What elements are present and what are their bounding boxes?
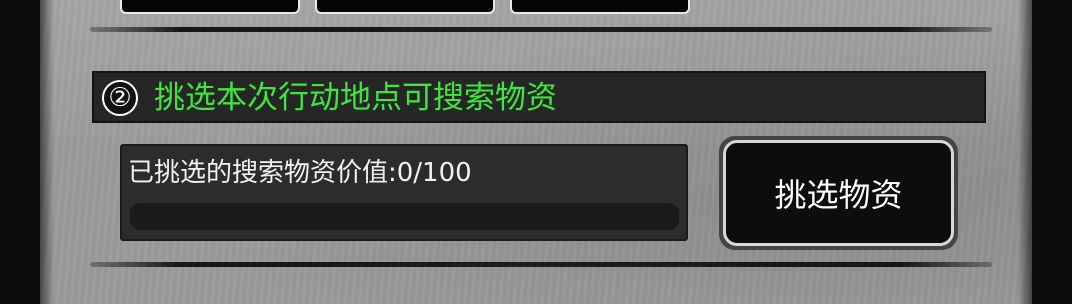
- pick-supplies-button[interactable]: 挑选物资: [719, 136, 958, 250]
- paper-edge-right: [1018, 0, 1032, 304]
- top-slot-3[interactable]: [510, 0, 690, 14]
- search-value-progress-bar: [130, 203, 679, 230]
- divider-top: [90, 27, 992, 32]
- game-screen: ② 挑选本次行动地点可搜索物资 已挑选的搜索物资价值:0/100 挑选物资: [0, 0, 1072, 304]
- search-value-panel: 已挑选的搜索物资价值:0/100: [120, 144, 688, 241]
- step-title: 挑选本次行动地点可搜索物资: [154, 80, 557, 116]
- step-number-badge: ②: [102, 80, 138, 116]
- top-slot-2[interactable]: [315, 0, 495, 14]
- pick-supplies-button-label: 挑选物资: [723, 140, 954, 246]
- paper-edge-left: [40, 0, 54, 304]
- step-header: ② 挑选本次行动地点可搜索物资: [92, 71, 986, 123]
- search-value-label: 已挑选的搜索物资价值:0/100: [128, 158, 472, 188]
- divider-bottom: [90, 262, 992, 267]
- top-slot-1[interactable]: [120, 0, 300, 14]
